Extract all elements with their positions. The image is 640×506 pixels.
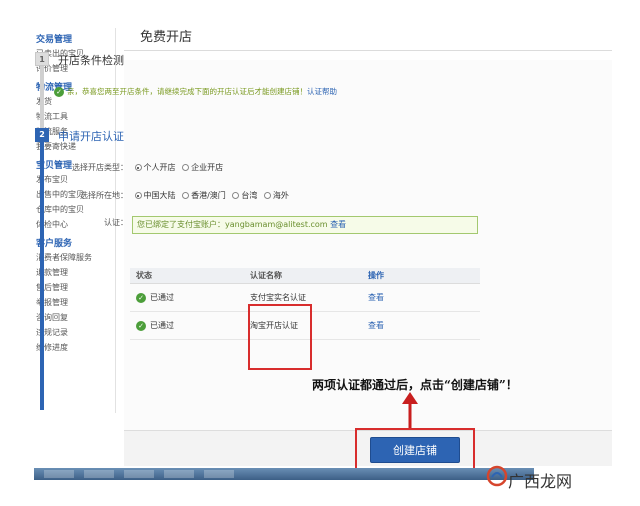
radio-icon — [232, 192, 240, 199]
help-link[interactable]: 认证帮助 — [307, 87, 337, 96]
taskbar-item — [124, 470, 154, 478]
taskbar-item — [204, 470, 234, 478]
view-account-link[interactable]: 查看 — [330, 220, 346, 229]
cert-text: 您已绑定了支付宝账户：yangbamam@alitest.com — [137, 220, 328, 229]
taskbar-item — [44, 470, 74, 478]
status-cell: ✓ 已通过 — [136, 312, 174, 340]
notice-text: 亲，恭喜您两至开店条件，请继续完成下面的开店认证后才能创建店铺！ — [67, 87, 307, 96]
radio-icon — [182, 192, 190, 199]
watermark: 广西龙网 — [508, 472, 573, 491]
radio-hk-macau[interactable]: 香港/澳门 — [182, 189, 226, 203]
radio-selected-icon — [134, 192, 142, 199]
view-link[interactable]: 查看 — [368, 284, 384, 312]
sidebar-item-inquiries[interactable]: 咨询回复 — [20, 310, 115, 325]
sidebar-item-after-sales[interactable]: 售后管理 — [20, 280, 115, 295]
radio-overseas[interactable]: 海外 — [263, 189, 289, 203]
region-label: 选择所在地： — [80, 191, 128, 200]
cert-info-box: 您已绑定了支付宝账户：yangbamam@alitest.com 查看 — [132, 216, 478, 234]
sidebar-group-service: 客户服务 消费者保障服务 退款管理 售后管理 举报管理 咨询回复 违规记录 维修… — [20, 238, 115, 355]
sidebar-group-title: 交易管理 — [36, 35, 73, 45]
radio-personal[interactable]: 个人开店 — [134, 161, 176, 175]
radio-label: 中国大陆 — [143, 191, 176, 200]
radio-taiwan[interactable]: 台湾 — [232, 189, 257, 203]
status-cell: ✓ 已通过 — [136, 284, 174, 312]
radio-label: 企业开店 — [191, 163, 224, 172]
check-icon: ✓ — [54, 87, 64, 97]
sidebar-item-protection[interactable]: 消费者保障服务 — [20, 250, 115, 265]
step-number: 2 — [35, 128, 49, 142]
col-header-action: 操作 — [368, 271, 384, 280]
radio-label: 香港/澳门 — [191, 191, 226, 200]
sidebar-item-logistics-tools[interactable]: 物流工具 — [20, 109, 115, 124]
status-highlight-box — [248, 304, 312, 370]
sidebar-group-title: 客户服务 — [36, 239, 73, 249]
status-text: 已通过 — [150, 293, 174, 302]
radio-label: 个人开店 — [143, 163, 176, 172]
col-header-name: 认证名称 — [250, 271, 282, 280]
table-header: 状态 认证名称 操作 — [130, 268, 480, 284]
radio-mainland[interactable]: 中国大陆 — [134, 189, 176, 203]
radio-selected-icon — [134, 164, 142, 171]
screenshot-frame: 交易管理 已卖出的宝贝 评价管理 物流管理 发货 物流工具 物流服务 我要寄快递… — [0, 0, 640, 506]
taskbar-item — [84, 470, 114, 478]
taskbar-item — [164, 470, 194, 478]
shop-type-row: 选择开店类型： 个人开店 企业开店 — [60, 161, 227, 175]
arrow-up-icon — [402, 392, 418, 430]
radio-icon — [182, 164, 190, 171]
check-icon: ✓ — [136, 320, 146, 331]
page-title: 免费开店 — [140, 30, 193, 45]
sidebar-item-reports[interactable]: 举报管理 — [20, 295, 115, 310]
shop-type-label: 选择开店类型： — [72, 163, 128, 172]
radio-label: 台湾 — [241, 191, 258, 200]
check-icon: ✓ — [136, 292, 146, 303]
watermark-logo-icon — [486, 465, 508, 487]
sidebar-item-violations[interactable]: 违规记录 — [20, 325, 115, 340]
radio-icon — [263, 192, 271, 199]
radio-enterprise[interactable]: 企业开店 — [182, 161, 223, 175]
title-divider — [124, 50, 612, 51]
step-title: 开店条件检测 — [58, 54, 124, 67]
view-link[interactable]: 查看 — [368, 312, 384, 340]
cert-row: 认证： — [60, 216, 132, 230]
col-header-status: 状态 — [136, 271, 152, 280]
status-text: 已通过 — [150, 321, 174, 330]
step-timeline-active — [40, 130, 44, 410]
sidebar-item-in-warehouse[interactable]: 仓库中的宝贝 — [20, 202, 115, 217]
radio-label: 海外 — [272, 191, 289, 200]
create-shop-button[interactable]: 创建店铺 — [370, 437, 460, 463]
step-number: 1 — [35, 52, 49, 66]
form-panel — [124, 60, 612, 430]
sidebar-item-refunds[interactable]: 退款管理 — [20, 265, 115, 280]
step-title: 申请开店认证 — [58, 130, 124, 143]
sidebar-item-repair[interactable]: 维修进度 — [20, 340, 115, 355]
cert-label: 认证： — [104, 218, 128, 227]
eligibility-notice: ✓ 亲，恭喜您两至开店条件，请继续完成下面的开店认证后才能创建店铺！认证帮助 — [54, 86, 337, 97]
taskbar — [34, 468, 534, 480]
region-row: 选择所在地： 中国大陆 香港/澳门 台湾 海外 — [60, 189, 293, 203]
